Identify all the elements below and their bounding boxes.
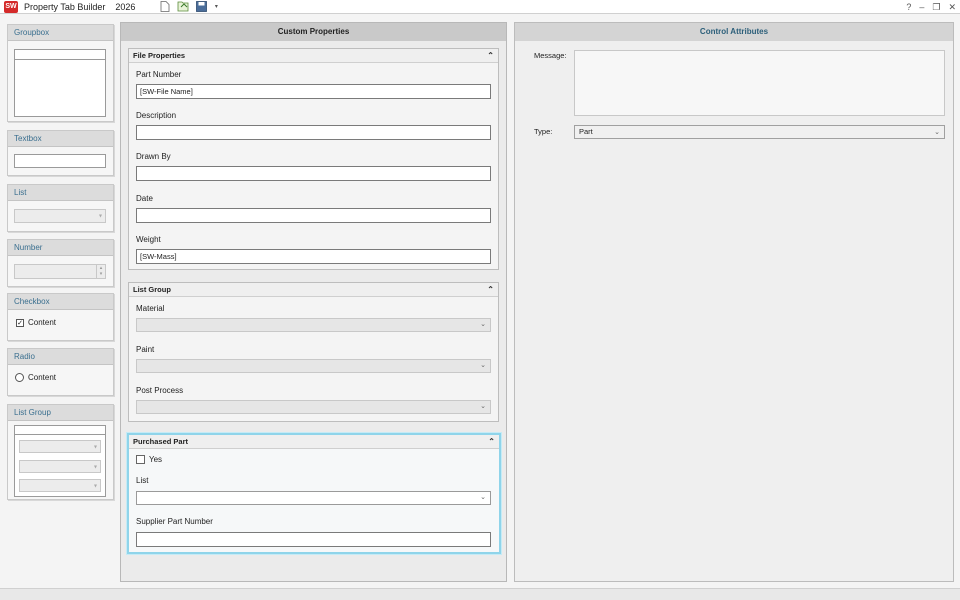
control-attributes-title: Control Attributes bbox=[515, 23, 953, 41]
tool-checkbox[interactable]: Checkbox ✓ Content bbox=[7, 293, 114, 341]
save-icon[interactable] bbox=[195, 1, 207, 13]
checkbox-checked-icon: ✓ bbox=[16, 319, 24, 327]
chevron-down-icon: ⌄ bbox=[480, 321, 486, 328]
radio-icon bbox=[15, 373, 24, 382]
material-label: Material bbox=[136, 304, 165, 313]
tool-radio-label: Radio bbox=[8, 349, 113, 365]
type-label: Type: bbox=[534, 127, 553, 136]
yes-checkbox[interactable] bbox=[136, 455, 145, 464]
drawn-by-field[interactable] bbox=[136, 166, 491, 181]
type-select-value: Part bbox=[579, 127, 593, 136]
tool-textbox-label: Textbox bbox=[8, 131, 113, 147]
chevron-down-icon: ▾ bbox=[98, 213, 102, 220]
date-field[interactable] bbox=[136, 208, 491, 223]
purchased-part-title: Purchased Part bbox=[133, 437, 189, 446]
custom-properties-panel: Custom Properties File Properties ⌃ Part… bbox=[120, 22, 507, 582]
chevron-down-icon: ⌄ bbox=[934, 129, 940, 136]
tool-checkbox-label: Checkbox bbox=[8, 294, 113, 310]
quick-toolbar: ▾ bbox=[159, 1, 219, 13]
tool-list-group-label: List Group bbox=[8, 405, 113, 421]
list-label: List bbox=[136, 476, 149, 485]
status-bar bbox=[0, 588, 960, 600]
title-bar: SW Property Tab Builder 2026 ▾ ? – ❐ ✕ bbox=[0, 0, 960, 14]
yes-label: Yes bbox=[149, 455, 163, 464]
custom-properties-title: Custom Properties bbox=[121, 23, 506, 41]
chevron-down-icon: ⌄ bbox=[480, 494, 486, 501]
control-attributes-panel: Control Attributes Message: Type: Part ⌄ bbox=[514, 22, 954, 582]
list-group-header: List Group ⌃ bbox=[129, 283, 498, 297]
message-field[interactable] bbox=[574, 50, 945, 116]
textbox-preview bbox=[14, 154, 106, 168]
minimize-icon[interactable]: – bbox=[919, 2, 924, 12]
type-select[interactable]: Part ⌄ bbox=[574, 125, 945, 139]
number-preview: ▴ ▾ bbox=[14, 264, 106, 279]
list-group-preview: ▾ ▾ ▾ bbox=[14, 425, 106, 497]
file-properties-title: File Properties bbox=[133, 51, 186, 60]
tool-list-label: List bbox=[8, 185, 113, 201]
tool-number-label: Number bbox=[8, 240, 113, 256]
description-field[interactable] bbox=[136, 125, 491, 140]
paint-select[interactable]: ⌄ bbox=[136, 359, 491, 373]
paint-label: Paint bbox=[136, 345, 155, 354]
restore-icon[interactable]: ❐ bbox=[932, 2, 940, 13]
tool-list[interactable]: List ▾ bbox=[7, 184, 114, 232]
tool-radio[interactable]: Radio Content bbox=[7, 348, 114, 396]
radio-content-label: Content bbox=[28, 373, 57, 382]
tool-groupbox[interactable]: Groupbox bbox=[7, 24, 114, 122]
collapse-icon[interactable]: ⌃ bbox=[487, 283, 494, 297]
new-file-icon[interactable] bbox=[159, 1, 171, 13]
groupbox-preview bbox=[14, 49, 106, 117]
app-title: Property Tab Builder bbox=[24, 1, 106, 12]
file-properties-group[interactable]: File Properties ⌃ Part Number [SW-File N… bbox=[128, 48, 499, 270]
checkbox-content-label: Content bbox=[28, 318, 57, 327]
weight-field[interactable]: [SW-Mass] bbox=[136, 249, 491, 264]
tool-textbox[interactable]: Textbox bbox=[7, 130, 114, 176]
list-group[interactable]: List Group ⌃ Material ⌄ Paint ⌄ Post Pro… bbox=[128, 282, 499, 422]
tool-number[interactable]: Number ▴ ▾ bbox=[7, 239, 114, 287]
open-file-icon[interactable] bbox=[177, 1, 189, 13]
post-process-label: Post Process bbox=[136, 386, 184, 395]
tool-groupbox-label: Groupbox bbox=[8, 25, 113, 41]
app-year: 2026 bbox=[115, 1, 136, 12]
list-preview: ▾ bbox=[14, 209, 106, 223]
collapse-icon[interactable]: ⌃ bbox=[488, 435, 495, 449]
file-properties-header: File Properties ⌃ bbox=[129, 49, 498, 63]
collapse-icon[interactable]: ⌃ bbox=[487, 49, 494, 63]
drawn-by-label: Drawn By bbox=[136, 152, 171, 161]
message-label: Message: bbox=[534, 51, 567, 60]
date-label: Date bbox=[136, 194, 153, 203]
list-group-title: List Group bbox=[133, 285, 171, 294]
description-label: Description bbox=[136, 111, 177, 120]
window-controls: ? – ❐ ✕ bbox=[906, 0, 956, 14]
spinner-icon: ▴ ▾ bbox=[96, 265, 105, 278]
weight-label: Weight bbox=[136, 235, 161, 244]
purchased-part-group[interactable]: Purchased Part ⌃ Yes List ⌄ Supplier Par… bbox=[127, 433, 501, 554]
supplier-part-number-label: Supplier Part Number bbox=[136, 517, 213, 526]
close-icon[interactable]: ✕ bbox=[948, 2, 956, 13]
help-icon[interactable]: ? bbox=[906, 2, 911, 12]
chevron-down-icon: ⌄ bbox=[480, 362, 486, 369]
part-number-field[interactable]: [SW-File Name] bbox=[136, 84, 491, 99]
list-select[interactable]: ⌄ bbox=[136, 491, 491, 505]
chevron-down-icon: ⌄ bbox=[480, 403, 486, 410]
part-number-label: Part Number bbox=[136, 70, 182, 79]
post-process-select[interactable]: ⌄ bbox=[136, 400, 491, 414]
purchased-part-header: Purchased Part ⌃ bbox=[129, 435, 499, 449]
supplier-part-number-field[interactable] bbox=[136, 532, 491, 547]
app-logo: SW bbox=[4, 0, 18, 13]
material-select[interactable]: ⌄ bbox=[136, 318, 491, 332]
chevron-down-icon[interactable]: ▾ bbox=[213, 1, 219, 13]
tool-list-group[interactable]: List Group ▾ ▾ ▾ bbox=[7, 404, 114, 500]
